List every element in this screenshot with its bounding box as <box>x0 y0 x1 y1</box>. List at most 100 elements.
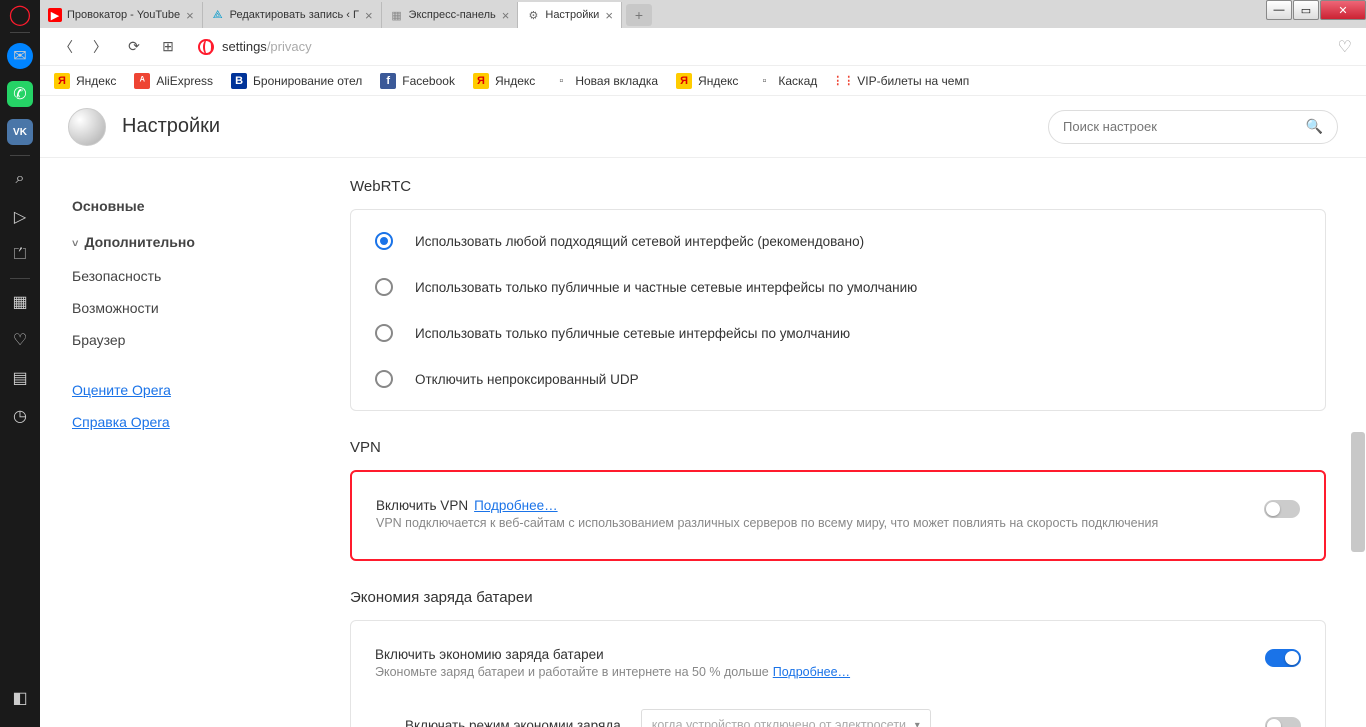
bookmark-heart-icon[interactable]: ♡ <box>1338 37 1352 57</box>
webrtc-option-3[interactable]: Использовать только публичные сетевые ин… <box>351 310 1325 356</box>
battery-mode-toggle[interactable] <box>1265 717 1301 727</box>
bookmark-item[interactable]: ЯЯндекс <box>676 73 738 89</box>
bookmark-item[interactable]: ▫Новая вкладка <box>553 73 658 89</box>
webrtc-option-4[interactable]: Отключить непроксированный UDP <box>351 356 1325 402</box>
close-button[interactable]: ✕ <box>1320 0 1366 20</box>
vpn-more-link[interactable]: Подробнее… <box>474 498 558 513</box>
tab-speed-dial[interactable]: ▦ Экспресс-панель × <box>382 2 519 28</box>
vpn-enable-row: Включить VPNПодробнее… VPN подключается … <box>352 480 1324 551</box>
radio-icon <box>375 324 393 342</box>
tab-label: Редактировать запись ‹ Г <box>230 9 359 21</box>
tab-label: Настройки <box>545 9 599 21</box>
nav-advanced[interactable]: Дополнительно <box>60 224 320 260</box>
bookmark-item[interactable]: BБронирование отел <box>231 73 362 89</box>
nav-help-opera[interactable]: Справка Opera <box>60 406 320 438</box>
battery-toggle[interactable] <box>1265 649 1301 667</box>
grid-icon: ▦ <box>390 8 404 22</box>
vpn-enable-label: Включить VPNПодробнее… <box>376 498 1244 513</box>
section-title-battery: Экономия заряда батареи <box>350 589 1326 606</box>
battery-enable-label: Включить экономию заряда батареи <box>375 647 1245 662</box>
radio-icon <box>375 232 393 250</box>
news-icon[interactable]: ▤ <box>0 359 40 397</box>
address-text: settings/privacy <box>222 39 312 54</box>
search-icon: 🔍 <box>1306 118 1323 135</box>
sidebar-toggle-icon[interactable]: ◧ <box>0 679 40 717</box>
battery-more-link[interactable]: Подробнее… <box>773 665 850 679</box>
maximize-button[interactable]: ▭ <box>1293 0 1319 20</box>
section-title-vpn: VPN <box>350 439 1326 456</box>
vpn-description: VPN подключается к веб-сайтам с использо… <box>376 515 1244 533</box>
play-icon[interactable]: ▷ <box>0 198 40 236</box>
camera-icon[interactable]: ⏍ <box>0 236 40 274</box>
opera-icon <box>198 39 214 55</box>
rail-separator <box>10 155 30 156</box>
scrollbar-thumb[interactable] <box>1351 432 1365 552</box>
nav-rate-opera[interactable]: Оцените Opera <box>60 374 320 406</box>
heart-icon[interactable]: ♡ <box>0 321 40 359</box>
tab-close-icon[interactable]: × <box>186 8 194 23</box>
tab-label: Провокатор - YouTube <box>67 9 180 21</box>
tab-label: Экспресс-панель <box>409 9 496 21</box>
search-icon[interactable]: ⌕ <box>0 160 40 198</box>
radio-icon <box>375 370 393 388</box>
battery-mode-row: Включать режим экономии заряда когда уст… <box>351 699 1325 727</box>
back-button[interactable]: 〈 <box>54 35 78 59</box>
bookmark-item[interactable]: ▫Каскад <box>756 73 817 89</box>
tab-youtube[interactable]: ▶ Провокатор - YouTube × <box>40 2 203 28</box>
tab-strip: ▶ Провокатор - YouTube × ⟁ Редактировать… <box>40 0 1366 28</box>
vk-icon[interactable]: VK <box>0 113 40 151</box>
bookmark-item[interactable]: ЯЯндекс <box>54 73 116 89</box>
toolbar: 〈 〉 ⟳ ⊞ settings/privacy ♡ <box>40 28 1366 66</box>
nav-browser[interactable]: Браузер <box>60 324 320 356</box>
bookmarks-bar: ЯЯндекс ᴬAliExpress BБронирование отел f… <box>40 66 1366 96</box>
battery-mode-select[interactable]: когда устройство отключено от электросет… <box>641 709 931 727</box>
webrtc-option-1[interactable]: Использовать любой подходящий сетевой ин… <box>351 218 1325 264</box>
nav-basic[interactable]: Основные <box>60 188 320 224</box>
radio-icon <box>375 278 393 296</box>
forward-button[interactable]: 〉 <box>88 35 112 59</box>
webrtc-card: Использовать любой подходящий сетевой ин… <box>350 209 1326 411</box>
whatsapp-icon[interactable]: ✆ <box>0 75 40 113</box>
opera-logo-icon[interactable]: ◯ <box>0 0 40 28</box>
settings-main: WebRTC Использовать любой подходящий сет… <box>340 158 1366 727</box>
sidebar-rail: ◯ ✉ ✆ VK ⌕ ▷ ⏍ ▦ ♡ ▤ ◷ ◧ <box>0 0 40 727</box>
bookmark-item[interactable]: ⋮⋮VIP-билеты на чемп <box>835 73 969 89</box>
address-bar[interactable]: settings/privacy <box>190 34 1328 60</box>
new-tab-button[interactable]: + <box>626 4 652 26</box>
reload-button[interactable]: ⟳ <box>122 35 146 59</box>
tab-close-icon[interactable]: × <box>502 8 510 23</box>
chevron-down-icon: ▾ <box>915 720 920 727</box>
bookmark-item[interactable]: ЯЯндекс <box>473 73 535 89</box>
bookmark-item[interactable]: ᴬAliExpress <box>134 73 213 89</box>
minimize-button[interactable]: — <box>1266 0 1292 20</box>
settings-header: Настройки 🔍 <box>40 96 1366 158</box>
wifi-icon: ⟁ <box>211 8 225 22</box>
easy-setup-icon[interactable]: ⊞ <box>156 35 180 59</box>
messenger-icon[interactable]: ✉ <box>0 37 40 75</box>
vpn-toggle[interactable] <box>1264 500 1300 518</box>
nav-features[interactable]: Возможности <box>60 292 320 324</box>
history-icon[interactable]: ◷ <box>0 397 40 435</box>
battery-description: Экономьте заряд батареи и работайте в ин… <box>375 664 1245 682</box>
webrtc-option-2[interactable]: Использовать только публичные и частные … <box>351 264 1325 310</box>
youtube-icon: ▶ <box>48 8 62 22</box>
rail-separator <box>10 32 30 33</box>
speed-dial-icon[interactable]: ▦ <box>0 283 40 321</box>
battery-mode-label: Включать режим экономии заряда <box>405 718 621 727</box>
opera-settings-logo <box>68 108 106 146</box>
page-title: Настройки <box>122 115 220 138</box>
battery-card: Включить экономию заряда батареи Экономь… <box>350 620 1326 727</box>
tab-close-icon[interactable]: × <box>605 8 613 23</box>
tab-settings[interactable]: ⚙ Настройки × <box>518 2 622 28</box>
bookmark-item[interactable]: fFacebook <box>380 73 455 89</box>
nav-security[interactable]: Безопасность <box>60 260 320 292</box>
search-input[interactable] <box>1063 119 1306 134</box>
settings-nav: Основные Дополнительно Безопасность Возм… <box>40 158 340 727</box>
tab-edit-post[interactable]: ⟁ Редактировать запись ‹ Г × <box>203 2 382 28</box>
window-controls: — ▭ ✕ <box>1265 0 1366 22</box>
tab-close-icon[interactable]: × <box>365 8 373 23</box>
rail-separator <box>10 278 30 279</box>
battery-enable-row: Включить экономию заряда батареи Экономь… <box>351 629 1325 700</box>
vpn-card: Включить VPNПодробнее… VPN подключается … <box>350 470 1326 561</box>
settings-search[interactable]: 🔍 <box>1048 110 1338 144</box>
